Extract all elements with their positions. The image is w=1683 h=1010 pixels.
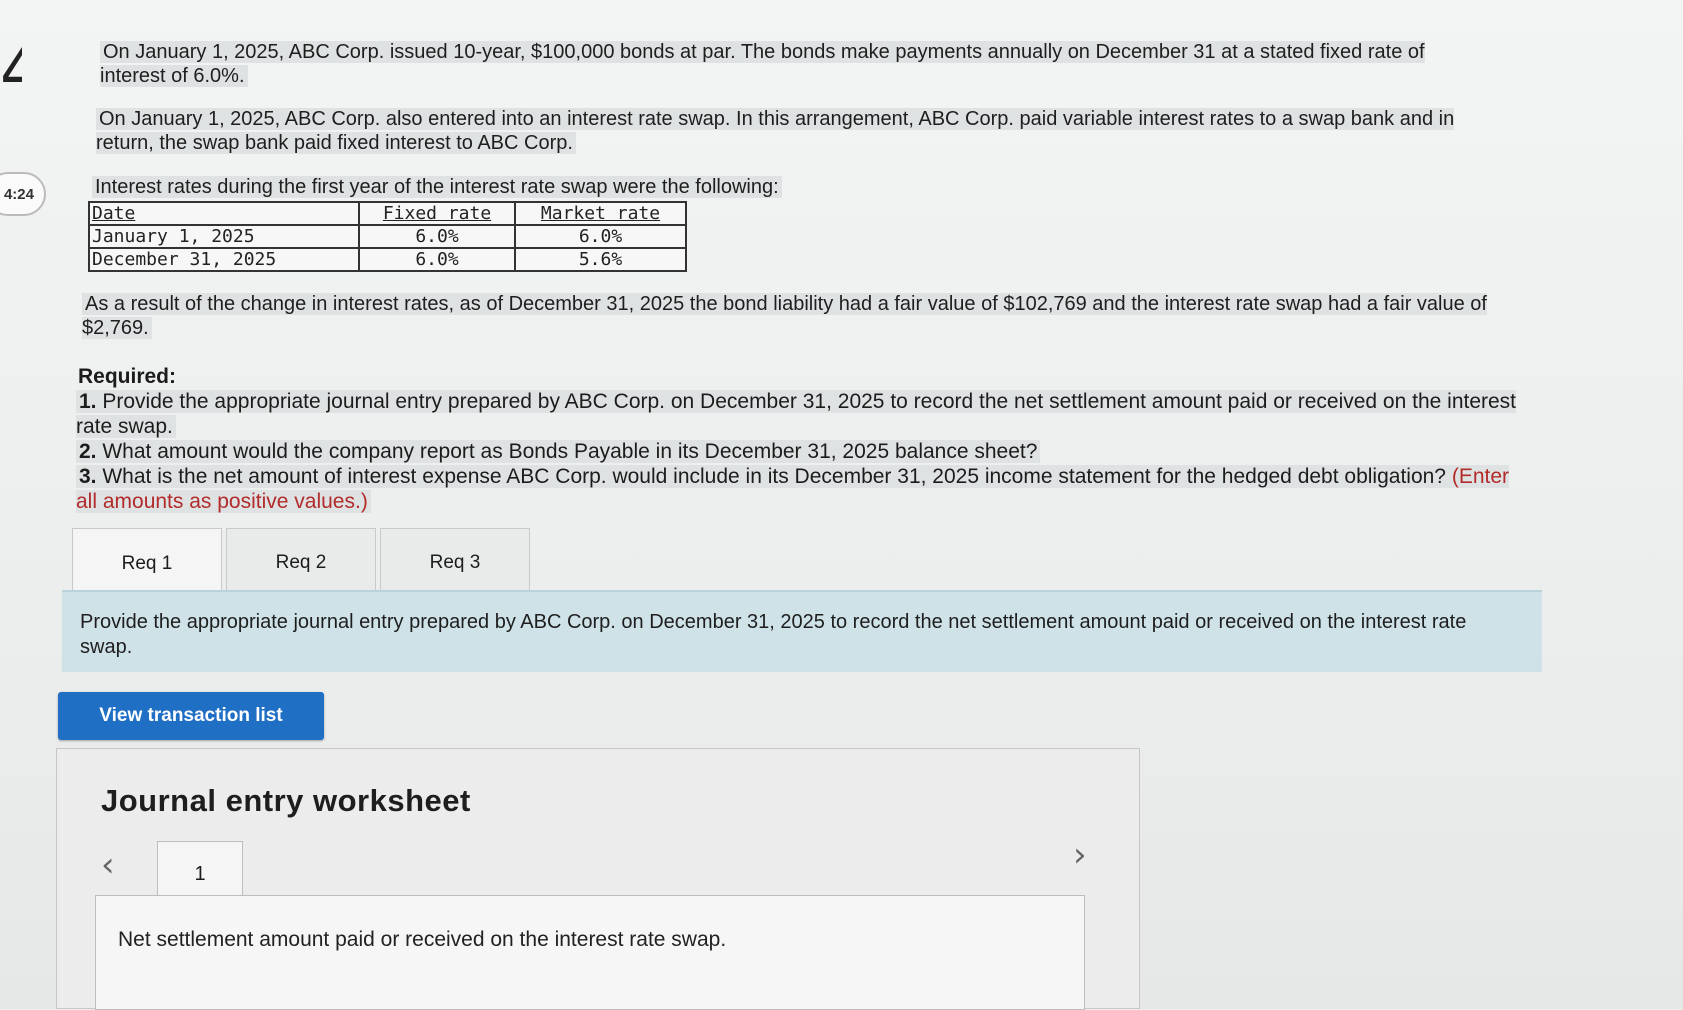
journal-entry-worksheet: Journal entry worksheet ‹ 1 › Net settle…	[56, 748, 1140, 1010]
col-header-market-rate: Market rate	[514, 201, 687, 226]
col-header-date: Date	[88, 201, 360, 226]
tab-req-1[interactable]: Req 1	[72, 528, 222, 598]
requirement-prompt-text: Provide the appropriate journal entry pr…	[80, 611, 1467, 658]
cell-market-rate: 6.0%	[514, 224, 687, 249]
required-item-2: 2. What amount would the company report …	[76, 439, 1518, 464]
interest-rates-table: Date Fixed rate Market rate January 1, 2…	[88, 201, 687, 272]
problem-paragraph-2: On January 1, 2025, ABC Corp. also enter…	[96, 108, 1455, 154]
entry-description: Net settlement amount paid or received o…	[118, 928, 727, 951]
tab-req-2[interactable]: Req 2	[226, 528, 376, 596]
entry-panel: Net settlement amount paid or received o…	[95, 895, 1085, 1010]
problem-paragraph-1: On January 1, 2025, ABC Corp. issued 10-…	[100, 41, 1425, 87]
timer-text: 4:24	[3, 185, 34, 203]
problem-paragraph-4: As a result of the change in interest ra…	[82, 293, 1487, 339]
cell-fixed-rate: 6.0%	[358, 224, 516, 249]
required-item-3: 3. What is the net amount of interest ex…	[76, 465, 1510, 513]
cell-fixed-rate: 6.0%	[358, 247, 516, 272]
requirement-prompt: Provide the appropriate journal entry pr…	[62, 590, 1542, 672]
cell-market-rate: 5.6%	[514, 247, 687, 272]
worksheet-title: Journal entry worksheet	[101, 783, 471, 818]
table-header-row: Date Fixed rate Market rate	[88, 201, 687, 226]
timer-badge: 4:24	[0, 172, 46, 216]
page: 4 4:24 On January 1, 2025, ABC Corp. iss…	[0, 0, 1683, 1010]
tab-req-3[interactable]: Req 3	[380, 528, 530, 596]
required-title: Required:	[78, 365, 177, 388]
table-row: January 1, 2025 6.0% 6.0%	[88, 224, 687, 249]
view-transaction-list-button[interactable]: View transaction list	[58, 692, 324, 740]
col-header-fixed-rate: Fixed rate	[358, 201, 516, 226]
problem-paragraph-3: Interest rates during the first year of …	[92, 175, 992, 199]
chevron-left-icon[interactable]: ‹	[101, 845, 115, 885]
table-row: December 31, 2025 6.0% 5.6%	[88, 247, 687, 272]
cell-date: December 31, 2025	[88, 247, 360, 272]
cell-date: January 1, 2025	[88, 224, 360, 249]
required-section: Required: 1. Provide the appropriate jou…	[76, 364, 1518, 514]
required-item-1: 1. Provide the appropriate journal entry…	[76, 390, 1517, 438]
left-edge-mark: 4	[0, 42, 22, 102]
chevron-right-icon[interactable]: ›	[1073, 835, 1087, 875]
